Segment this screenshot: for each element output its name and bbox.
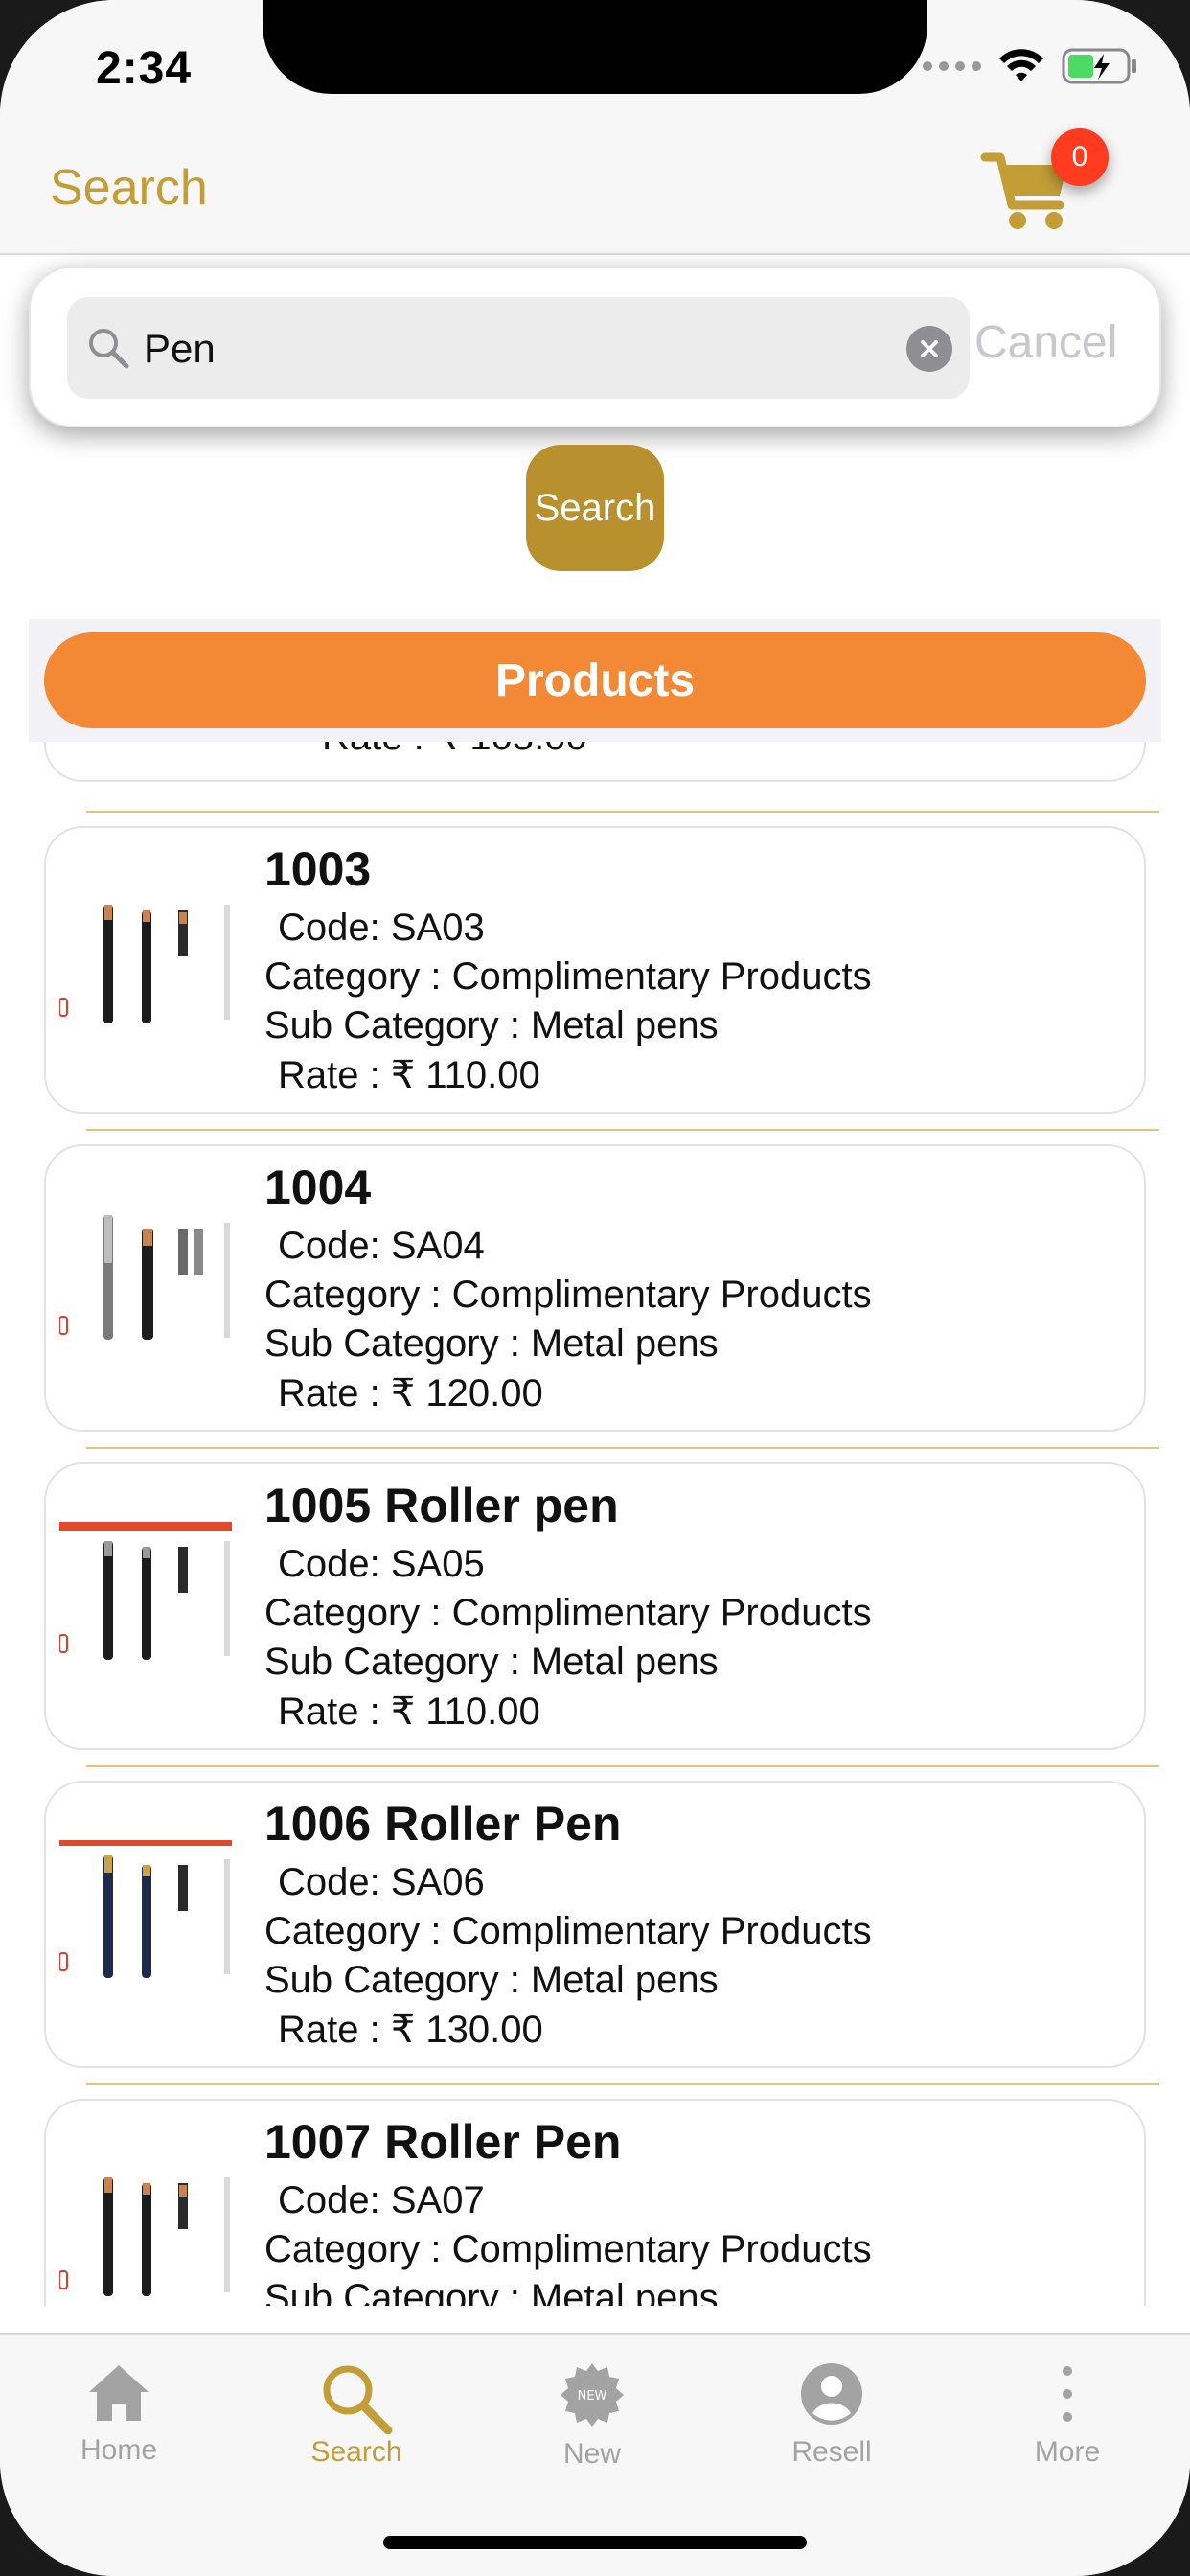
battery-icon	[1062, 48, 1136, 84]
tab-label: Home	[80, 2434, 158, 2466]
product-title: 1004	[264, 1161, 372, 1214]
product-category: Category : Complimentary Products	[264, 1910, 872, 1952]
tab-label: Search	[310, 2436, 402, 2468]
product-category: Category : Complimentary Products	[264, 1274, 872, 1316]
product-subcategory: Sub Category : Metal pens	[264, 1322, 719, 1365]
product-title: 1007 Roller Pen	[264, 2115, 622, 2169]
product-card[interactable]: 1006 Roller Pen Code: SA06 Category : Co…	[44, 1781, 1146, 2068]
product-category: Category : Complimentary Products	[264, 955, 872, 998]
products-header: Products	[44, 632, 1146, 728]
product-rate: Rate : ₹ 105.00	[322, 742, 587, 759]
wifi-icon	[999, 49, 1043, 81]
tab-label: Resell	[791, 2436, 872, 2468]
product-title: 1003	[264, 842, 372, 896]
product-code: Code: SA07	[278, 2179, 485, 2221]
tab-resell[interactable]: Resell	[736, 2361, 927, 2486]
product-rate: Rate : ₹ 110.00	[278, 1054, 540, 1096]
search-input[interactable]: Pen	[67, 297, 970, 399]
product-card-partial[interactable]: Rate : ₹ 105.00	[44, 742, 1146, 782]
tab-search[interactable]: Search	[261, 2361, 452, 2486]
tab-label: New	[562, 2438, 621, 2470]
home-icon	[89, 2365, 149, 2421]
status-bar: 2:34	[0, 0, 1190, 134]
product-image	[59, 2158, 232, 2306]
user-icon	[801, 2363, 862, 2425]
nav-bar: Search	[0, 134, 1190, 255]
tab-home[interactable]: Home	[23, 2361, 215, 2486]
divider	[86, 2083, 1159, 2085]
product-image	[59, 1840, 232, 1993]
product-category: Category : Complimentary Products	[264, 2228, 872, 2270]
product-image	[59, 1522, 232, 1675]
new-badge-icon: NEW	[561, 2363, 624, 2426]
divider	[86, 811, 1159, 813]
product-image	[59, 886, 232, 1039]
divider	[86, 1447, 1159, 1449]
divider	[86, 1129, 1159, 1131]
tab-label: More	[1034, 2436, 1101, 2468]
close-icon	[921, 340, 938, 357]
product-rate: Rate : ₹ 110.00	[278, 1690, 540, 1733]
search-bar-container: Pen Cancel	[29, 266, 1161, 427]
magnifier-icon	[89, 329, 129, 369]
status-icons	[923, 48, 1138, 84]
divider	[86, 1765, 1159, 1767]
more-icon	[1063, 2366, 1072, 2422]
cancel-button[interactable]: Cancel	[974, 316, 1117, 369]
tab-more[interactable]: More	[972, 2361, 1163, 2486]
tab-new[interactable]: NEW New	[496, 2361, 688, 2486]
product-card[interactable]: 1004 Code: SA04 Category : Complimentary…	[44, 1144, 1146, 1432]
cart-count-badge: 0	[1051, 128, 1109, 186]
product-image	[59, 1204, 232, 1357]
product-code: Code: SA04	[278, 1225, 485, 1267]
svg-text:NEW: NEW	[578, 2389, 607, 2404]
signal-icon	[923, 61, 981, 71]
product-category: Category : Complimentary Products	[264, 1592, 872, 1634]
status-time: 2:34	[96, 43, 193, 94]
product-subcategory: Sub Category : Metal pens	[264, 1959, 719, 2001]
product-title: 1006 Roller Pen	[264, 1797, 622, 1851]
product-rate: Rate : ₹ 130.00	[278, 2009, 543, 2051]
product-list[interactable]: Rate : ₹ 105.00 1003 Code: SA03 Category…	[0, 742, 1190, 2306]
product-subcategory: Sub Category : Metal pens	[264, 1004, 719, 1046]
product-card[interactable]: 1007 Roller Pen Code: SA07 Category : Co…	[44, 2099, 1146, 2306]
notch	[263, 0, 927, 94]
product-title: 1005 Roller pen	[264, 1479, 619, 1532]
product-subcategory: Sub Category : Metal pens	[264, 2277, 719, 2306]
page-title: Search	[50, 160, 208, 216]
product-card[interactable]: 1005 Roller pen Code: SA05 Category : Co…	[44, 1462, 1146, 1750]
product-subcategory: Sub Category : Metal pens	[264, 1641, 719, 1683]
product-code: Code: SA06	[278, 1861, 485, 1903]
product-code: Code: SA03	[278, 907, 485, 949]
product-rate: Rate : ₹ 120.00	[278, 1372, 543, 1414]
search-submit-button[interactable]: Search	[526, 445, 664, 571]
phone-screen: 2:34 Search 0 Pen Cancel Search Products…	[0, 0, 1190, 2576]
product-code: Code: SA05	[278, 1543, 485, 1585]
home-indicator	[383, 2536, 807, 2549]
clear-search-button[interactable]	[906, 326, 952, 372]
product-card[interactable]: 1003 Code: SA03 Category : Complimentary…	[44, 826, 1146, 1114]
search-query-text: Pen	[144, 326, 216, 371]
search-icon	[323, 2365, 393, 2434]
